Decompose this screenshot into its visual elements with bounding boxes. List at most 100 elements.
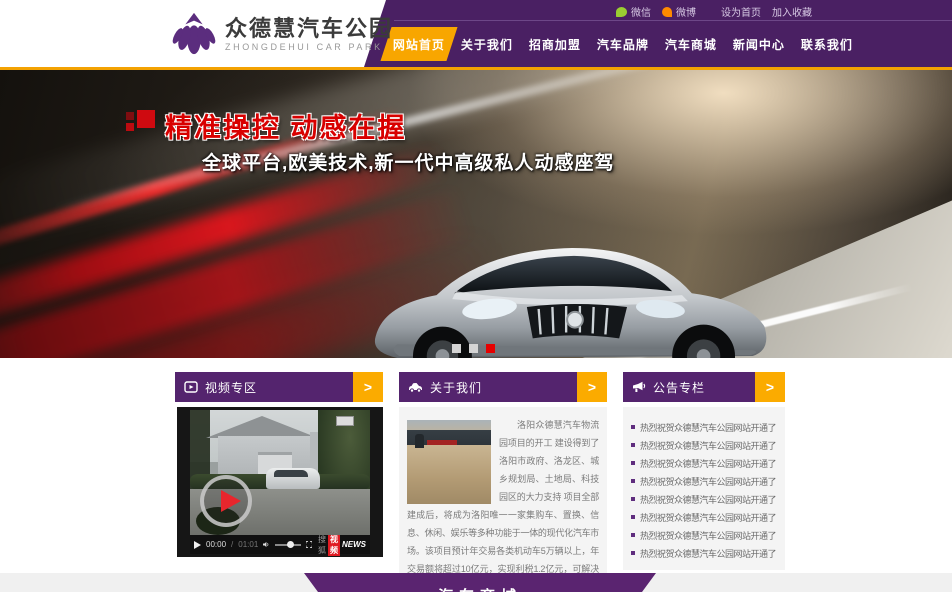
about-content: 洛阳众德慧汽车物流园项目的开工 建设得到了洛阳市政府、洛龙区、城乡规划局、土地局… bbox=[399, 407, 607, 592]
notice-item[interactable]: 热烈祝贺众德慧汽车公园网站开通了！ bbox=[631, 454, 777, 472]
topbar-divider bbox=[394, 20, 952, 21]
notice-text: 热烈祝贺众德慧汽车公园网站开通了！ bbox=[640, 493, 777, 506]
slider-knob[interactable] bbox=[287, 541, 294, 548]
about-more-arrow[interactable]: > bbox=[577, 372, 607, 402]
weibo-icon bbox=[662, 7, 672, 17]
nav-item-brands[interactable]: 汽车品牌 bbox=[585, 27, 662, 61]
nav-item-label: 网站首页 bbox=[393, 36, 445, 53]
footer-section-banner: 汽车商城 bbox=[295, 573, 665, 592]
hero-banner[interactable]: 精准操控 动感在握 全球平台,欧美技术,新一代中高级私人动感座驾 bbox=[0, 70, 952, 358]
nav-item-join[interactable]: 招商加盟 bbox=[517, 27, 594, 61]
slider-dots bbox=[452, 344, 495, 353]
notice-text: 热烈祝贺众德慧汽车公园网站开通了！ bbox=[640, 475, 777, 488]
notice-item[interactable]: 热烈祝贺众德慧汽车公园网站开通了！ bbox=[631, 526, 777, 544]
notice-text: 热烈祝贺众德慧汽车公园网站开通了！ bbox=[640, 529, 777, 542]
set-home-link[interactable]: 设为首页 bbox=[721, 4, 761, 19]
notice-item[interactable]: 热烈祝贺众德慧汽车公园网站开通了！ bbox=[631, 436, 777, 454]
time-total: 01:01 bbox=[238, 540, 258, 549]
wechat-label: 微信 bbox=[631, 4, 651, 19]
video-thumbnail bbox=[190, 410, 370, 535]
bullet-icon bbox=[631, 533, 635, 537]
nav-item-label: 关于我们 bbox=[461, 36, 513, 53]
fullscreen-icon[interactable] bbox=[306, 540, 312, 549]
video-icon bbox=[184, 381, 198, 393]
bullet-icon bbox=[631, 425, 635, 429]
bullet-icon bbox=[631, 497, 635, 501]
site-subtitle: ZHONGDEHUI CAR PARK bbox=[225, 42, 393, 52]
bullet-icon bbox=[631, 479, 635, 483]
hero-headline: 精准操控 动感在握 bbox=[165, 106, 407, 145]
slider-dot-3-active[interactable] bbox=[486, 344, 495, 353]
notice-text: 热烈祝贺众德慧汽车公园网站开通了！ bbox=[640, 511, 777, 524]
page: 微信 微博 设为首页 加入收藏 网站首页 关于我们 招商加盟 汽车品牌 汽车商城… bbox=[0, 0, 952, 592]
notice-item[interactable]: 热烈祝贺众德慧汽车公园网站开通了！ bbox=[631, 490, 777, 508]
nav-item-label: 汽车商城 bbox=[665, 36, 717, 53]
main-nav: 网站首页 关于我们 招商加盟 汽车品牌 汽车商城 新闻中心 联系我们 bbox=[386, 27, 862, 61]
video-player[interactable]: 00:00 / 01:01 搜狐 视频 NEWS bbox=[177, 407, 383, 557]
notice-item[interactable]: 热烈祝贺众德慧汽车公园网站开通了！ bbox=[631, 544, 777, 562]
volume-icon[interactable] bbox=[263, 540, 270, 549]
play-button[interactable] bbox=[200, 475, 252, 527]
gold-divider bbox=[0, 67, 952, 70]
wechat-icon bbox=[616, 7, 627, 17]
time-separator: / bbox=[231, 540, 233, 549]
sohu-label: 搜狐 bbox=[318, 534, 326, 556]
street-sign bbox=[336, 416, 354, 426]
about-photo bbox=[407, 420, 491, 504]
nav-item-contact[interactable]: 联系我们 bbox=[789, 27, 866, 61]
wechat-link[interactable]: 微信 bbox=[616, 4, 651, 19]
weibo-label: 微博 bbox=[676, 4, 696, 19]
add-favorite-link[interactable]: 加入收藏 bbox=[772, 4, 812, 19]
sohu-brand: 搜狐 视频 NEWS bbox=[318, 534, 366, 556]
nav-item-label: 新闻中心 bbox=[733, 36, 785, 53]
notice-section-title: 公告专栏 bbox=[653, 379, 705, 396]
hero-subline: 全球平台,欧美技术,新一代中高级私人动感座驾 bbox=[202, 148, 615, 175]
time-current: 00:00 bbox=[206, 540, 226, 549]
control-play-icon[interactable] bbox=[194, 541, 201, 549]
logo-emblem-icon bbox=[171, 11, 217, 57]
bullet-icon bbox=[631, 515, 635, 519]
nav-item-label: 招商加盟 bbox=[529, 36, 581, 53]
nav-item-label: 联系我们 bbox=[801, 36, 853, 53]
volume-slider[interactable] bbox=[275, 544, 301, 546]
notice-item[interactable]: 热烈祝贺众德慧汽车公园网站开通了！ bbox=[631, 508, 777, 526]
notice-more-arrow[interactable]: > bbox=[755, 372, 785, 402]
red-squares-icon bbox=[126, 110, 156, 138]
notice-text: 热烈祝贺众德慧汽车公园网站开通了！ bbox=[640, 547, 777, 560]
nav-item-label: 汽车品牌 bbox=[597, 36, 649, 53]
megaphone-icon bbox=[632, 381, 646, 393]
car-image bbox=[358, 202, 790, 358]
notice-item[interactable]: 热烈祝贺众德慧汽车公园网站开通了！ bbox=[631, 472, 777, 490]
car-icon bbox=[408, 381, 423, 393]
nav-item-mall[interactable]: 汽车商城 bbox=[653, 27, 730, 61]
slider-dot-2[interactable] bbox=[469, 344, 478, 353]
notice-section-header: 公告专栏 > bbox=[623, 372, 785, 402]
news-label: NEWS bbox=[342, 540, 366, 549]
notice-item[interactable]: 热烈祝贺众德慧汽车公园网站开通了！ bbox=[631, 418, 777, 436]
sohu-tv-badge: 视频 bbox=[328, 534, 340, 556]
hero-text-block: 精准操控 动感在握 全球平台,欧美技术,新一代中高级私人动感座驾 bbox=[126, 106, 615, 175]
logo-text: 众德慧汽车公园 ZHONGDEHUI CAR PARK bbox=[225, 16, 393, 52]
slider-dot-1[interactable] bbox=[452, 344, 461, 353]
notice-list: 热烈祝贺众德慧汽车公园网站开通了！ 热烈祝贺众德慧汽车公园网站开通了！ 热烈祝贺… bbox=[623, 407, 785, 570]
bullet-icon bbox=[631, 443, 635, 447]
site-title: 众德慧汽车公园 bbox=[225, 16, 393, 42]
set-home-label: 设为首页 bbox=[721, 4, 761, 19]
about-section-title: 关于我们 bbox=[430, 379, 482, 396]
topbar-links: 微信 微博 设为首页 加入收藏 bbox=[616, 4, 812, 19]
about-section-header: 关于我们 > bbox=[399, 372, 607, 402]
site-logo[interactable]: 众德慧汽车公园 ZHONGDEHUI CAR PARK bbox=[171, 11, 393, 57]
nav-item-about[interactable]: 关于我们 bbox=[448, 27, 525, 61]
footer-section-title: 汽车商城 bbox=[295, 585, 665, 592]
add-favorite-label: 加入收藏 bbox=[772, 4, 812, 19]
notice-text: 热烈祝贺众德慧汽车公园网站开通了！ bbox=[640, 457, 777, 470]
weibo-link[interactable]: 微博 bbox=[662, 4, 696, 19]
video-section-title: 视频专区 bbox=[205, 379, 257, 396]
bullet-icon bbox=[631, 461, 635, 465]
video-controls: 00:00 / 01:01 搜狐 视频 NEWS bbox=[190, 535, 370, 554]
notice-text: 热烈祝贺众德慧汽车公园网站开通了！ bbox=[640, 439, 777, 452]
video-section-header: 视频专区 > bbox=[175, 372, 383, 402]
bullet-icon bbox=[631, 551, 635, 555]
video-more-arrow[interactable]: > bbox=[353, 372, 383, 402]
nav-item-news[interactable]: 新闻中心 bbox=[721, 27, 798, 61]
